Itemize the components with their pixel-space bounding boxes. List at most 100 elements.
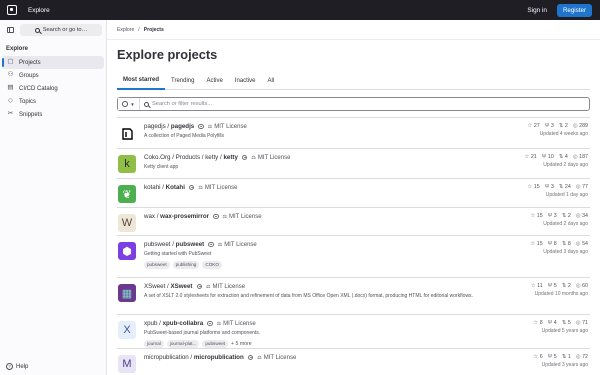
forks-count-link[interactable]: Ψ3 bbox=[545, 184, 554, 190]
topic-badge[interactable]: publishing bbox=[172, 260, 200, 269]
issues-count-link[interactable]: ◎ 54 bbox=[576, 241, 588, 247]
project-avatar[interactable]: W bbox=[118, 214, 136, 232]
forks-count-link[interactable]: Ψ5 bbox=[548, 354, 557, 360]
license-badge[interactable]: ⚖ MIT License bbox=[218, 242, 257, 248]
issues-count-link[interactable]: ◎ 289 bbox=[573, 123, 588, 129]
sidebar-toggle-icon[interactable] bbox=[4, 24, 16, 36]
license-label: MIT License bbox=[214, 123, 247, 130]
project-avatar[interactable]: ⬢ bbox=[118, 242, 136, 260]
project-avatar[interactable]: M bbox=[118, 355, 136, 373]
stars-count-link[interactable]: ☆ 15 bbox=[530, 241, 542, 247]
issues-count-link[interactable]: ◎ 60 bbox=[576, 283, 588, 289]
forks-count-link[interactable]: Ψ3 bbox=[548, 213, 557, 219]
help-button[interactable]: ? Help bbox=[6, 363, 28, 370]
more-topics-link[interactable]: + 5 more bbox=[231, 341, 252, 347]
license-badge[interactable]: ⚖ MIT License bbox=[223, 214, 262, 220]
stars-count-link[interactable]: ☆ 21 bbox=[524, 154, 536, 160]
project-name-link[interactable]: Coko.Org / Products / ketty / ketty bbox=[144, 154, 238, 161]
fork-icon: Ψ bbox=[547, 283, 553, 289]
merge-requests-count: 1 bbox=[567, 354, 571, 360]
project-name-line: pubsweet / pubsweet ⚖ MIT License bbox=[144, 241, 500, 248]
merge-requests-count-link[interactable]: ⇅ 4 bbox=[559, 154, 568, 160]
stars-count-link[interactable]: ☆ 8 bbox=[533, 320, 542, 326]
tab-inactive[interactable]: Inactive bbox=[229, 71, 262, 90]
tab-all[interactable]: All bbox=[262, 71, 281, 90]
merge-requests-count-link[interactable]: ⇅ 2 bbox=[562, 283, 571, 289]
merge-requests-count-link[interactable]: ⇅ 2 bbox=[559, 123, 568, 129]
topic-badge[interactable]: journal bbox=[144, 339, 164, 348]
sidebar-item-groups[interactable]: ⚇ Groups bbox=[2, 69, 104, 82]
project-avatar[interactable] bbox=[118, 125, 136, 143]
forks-count-link[interactable]: Ψ4 bbox=[548, 320, 557, 326]
global-search-button[interactable]: Search or go to… bbox=[20, 24, 102, 36]
avatar-letter: W bbox=[121, 217, 133, 229]
tab-trending[interactable]: Trending bbox=[165, 71, 200, 90]
issues-count-link[interactable]: ◎ 77 bbox=[576, 184, 588, 190]
forks-count-link[interactable]: Ψ5 bbox=[548, 283, 557, 289]
license-badge[interactable]: ⚖ MIT License bbox=[217, 321, 256, 327]
issues-count: 289 bbox=[579, 123, 588, 129]
topic-badge[interactable]: pubsweet bbox=[202, 339, 229, 348]
project-row: pagedjs / pagedjs ⚖ MIT License A collectio… bbox=[117, 118, 590, 149]
filter-search-input[interactable]: Search or filter results... bbox=[140, 98, 589, 110]
merge-requests-count: 2 bbox=[567, 213, 571, 219]
merge-requests-count-link[interactable]: ⇅ 8 bbox=[562, 241, 571, 247]
forks-count-link[interactable]: Ψ8 bbox=[548, 241, 557, 247]
project-name-link[interactable]: kotahi / Kotahi bbox=[144, 184, 185, 191]
stars-count-link[interactable]: ☆ 6 bbox=[533, 354, 542, 360]
license-badge[interactable]: ⚖ MIT License bbox=[251, 155, 290, 161]
sidebar-item-snippets[interactable]: ✂ Snippets bbox=[2, 108, 104, 121]
register-button[interactable]: Register bbox=[556, 3, 592, 17]
search-history-dropdown[interactable]: ▼ bbox=[118, 98, 140, 110]
project-row: k Coko.Org / Products / ketty / ketty ⚖ MIT… bbox=[117, 149, 590, 179]
license-badge[interactable]: ⚖ MIT License bbox=[198, 185, 237, 191]
project-avatar[interactable]: k bbox=[118, 155, 136, 173]
issues-count-link[interactable]: ◎ 34 bbox=[576, 213, 588, 219]
breadcrumb-explore[interactable]: Explore bbox=[117, 27, 134, 33]
project-name-link[interactable]: micropublication / micropublication bbox=[144, 354, 244, 361]
star-icon: ☆ bbox=[524, 154, 530, 160]
license-badge[interactable]: ⚖ MIT License bbox=[208, 124, 247, 130]
merge-requests-count-link[interactable]: ⇅ 2 bbox=[562, 213, 571, 219]
license-badge[interactable]: ⚖ MIT License bbox=[257, 355, 296, 361]
fork-icon: Ψ bbox=[547, 320, 553, 326]
forks-count-link[interactable]: Ψ3 bbox=[545, 123, 554, 129]
project-stats: ☆ 8 Ψ 4 ⇅ 5 ◎ 71 bbox=[533, 320, 588, 326]
stars-count-link[interactable]: ☆ 11 bbox=[531, 283, 543, 289]
gitlab-logo-icon[interactable] bbox=[2, 0, 22, 20]
project-name-link[interactable]: pubsweet / pubsweet bbox=[144, 241, 204, 248]
issues-count-link[interactable]: ◎ 71 bbox=[576, 320, 588, 326]
sidebar-item-projects[interactable]: ▢ Projects bbox=[2, 56, 104, 69]
project-name-link[interactable]: wax / wax-prosemirror bbox=[144, 213, 209, 220]
issues-count-link[interactable]: ◎ 187 bbox=[573, 154, 588, 160]
project-avatar[interactable]: X bbox=[118, 321, 136, 339]
project-name: XSweet bbox=[170, 283, 193, 290]
stars-count-link[interactable]: ☆ 15 bbox=[527, 184, 539, 190]
stars-count-link[interactable]: ☆ 15 bbox=[530, 213, 542, 219]
topic-badge[interactable]: journal-plat... bbox=[166, 339, 200, 348]
project-avatar[interactable]: ❦ bbox=[118, 185, 136, 203]
tab-active[interactable]: Active bbox=[200, 71, 228, 90]
project-name-link[interactable]: pagedjs / pagedjs bbox=[144, 123, 194, 130]
license-label: MIT License bbox=[223, 320, 256, 327]
sidebar-item-ci-cd-catalog[interactable]: ▤ CI/CD Catalog bbox=[2, 82, 104, 95]
merge-requests-count-link[interactable]: ⇅ 24 bbox=[559, 184, 571, 190]
project-name-link[interactable]: xpub / xpub-collabra bbox=[144, 320, 203, 327]
stars-count-link[interactable]: ☆ 27 bbox=[527, 123, 539, 129]
breadcrumb-projects[interactable]: Projects bbox=[144, 27, 164, 33]
sign-in-link[interactable]: Sign in bbox=[523, 7, 551, 14]
merge-requests-count-link[interactable]: ⇅ 5 bbox=[562, 320, 571, 326]
tab-most-starred[interactable]: Most starred bbox=[117, 71, 166, 90]
forks-count-link[interactable]: Ψ 10 bbox=[542, 154, 554, 160]
merge-requests-count-link[interactable]: ⇅ 1 bbox=[562, 354, 571, 360]
project-name-link[interactable]: XSweet / XSweet bbox=[144, 283, 193, 290]
issues-count-link[interactable]: ◎ 72 bbox=[576, 354, 588, 360]
topic-badge[interactable]: pubsweet bbox=[144, 260, 170, 269]
project-avatar[interactable]: ▦ bbox=[118, 284, 136, 302]
star-icon: ☆ bbox=[530, 241, 536, 247]
license-badge[interactable]: ⚖ MIT License bbox=[206, 284, 245, 290]
sidebar-item-topics[interactable]: ◇ Topics bbox=[2, 95, 104, 108]
project-topics: pubsweet publishing COKO bbox=[144, 260, 500, 269]
topic-badge[interactable]: COKO bbox=[202, 260, 222, 269]
avatar-letter: X bbox=[123, 324, 131, 336]
